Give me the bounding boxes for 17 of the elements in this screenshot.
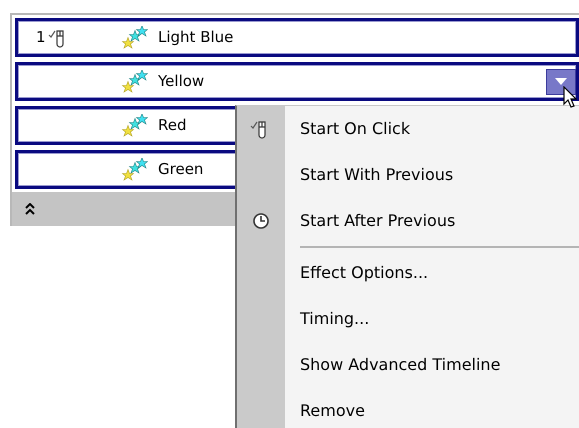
collapse-icon[interactable] — [25, 203, 35, 215]
clock-icon — [251, 211, 271, 231]
menu-item[interactable]: Show Advanced Timeline — [285, 353, 500, 377]
menu-item[interactable]: Start With Previous — [285, 163, 454, 187]
menu-item[interactable]: Start After Previous — [285, 209, 456, 233]
effect-name: Red — [158, 115, 186, 136]
menu-item[interactable]: Start On Click — [285, 117, 410, 141]
effect-name: Green — [158, 159, 204, 180]
effect-row[interactable]: Yellow — [15, 62, 579, 101]
effect-row[interactable]: 1 Light Blue — [15, 18, 579, 57]
effect-name: Yellow — [158, 71, 204, 92]
caret-icon — [555, 78, 567, 86]
menu-item[interactable]: Effect Options... — [285, 261, 428, 285]
menu-item[interactable]: Timing... — [285, 307, 370, 331]
menu-item[interactable]: Remove — [285, 399, 365, 423]
order-number: 1 — [36, 27, 47, 48]
effect-name: Light Blue — [158, 27, 234, 48]
